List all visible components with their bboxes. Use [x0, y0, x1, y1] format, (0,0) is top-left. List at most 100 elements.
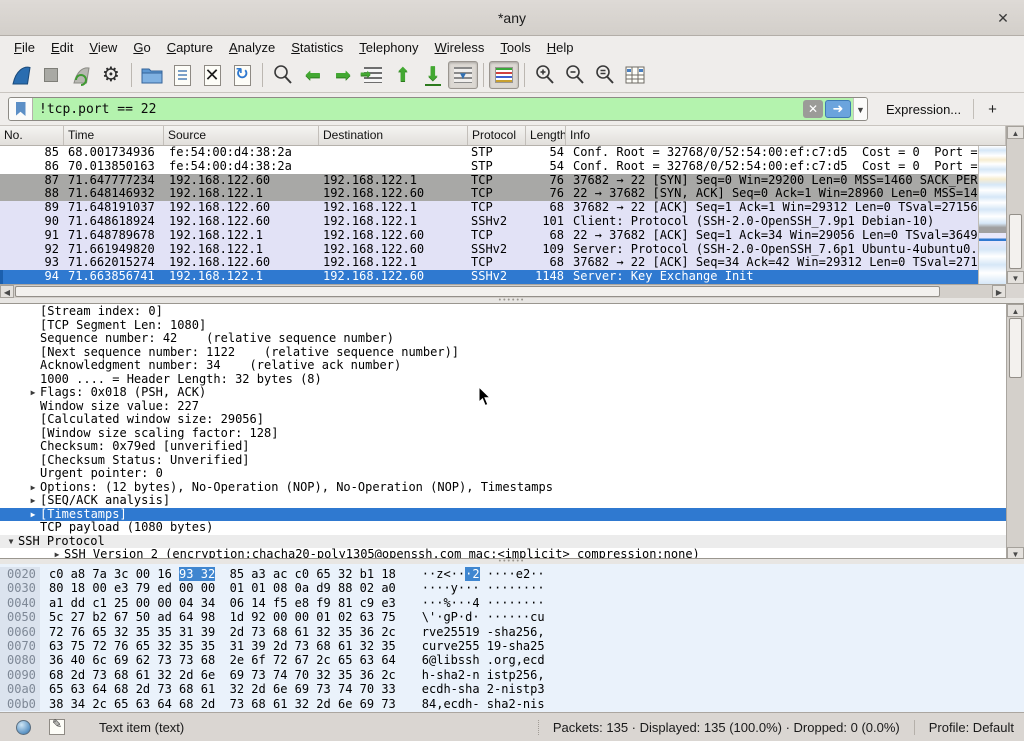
menu-help[interactable]: Help — [539, 38, 582, 57]
scroll-up-button[interactable]: ▲ — [1007, 126, 1024, 139]
open-file-button[interactable] — [137, 61, 167, 89]
hex-row[interactable]: 00b038 34 2c 65 63 64 68 2d 73 68 61 32 … — [0, 697, 1024, 711]
detail-line[interactable]: Acknowledgment number: 34 (relative ack … — [0, 359, 1006, 373]
detail-line[interactable]: 1000 .... = Header Length: 32 bytes (8) — [0, 373, 1006, 387]
expand-arrow-icon[interactable]: ▶ — [26, 481, 40, 495]
menu-statistics[interactable]: Statistics — [283, 38, 351, 57]
capture-comment-icon[interactable] — [49, 719, 65, 735]
go-to-packet-button[interactable]: ➡ — [358, 61, 388, 89]
menu-file[interactable]: File — [6, 38, 43, 57]
start-capture-button[interactable] — [6, 61, 36, 89]
resize-columns-button[interactable] — [620, 61, 650, 89]
detail-line[interactable]: [Stream index: 0] — [0, 305, 1006, 319]
packet-row-88[interactable]: 8871.648146932192.168.122.1192.168.122.6… — [0, 187, 978, 201]
menu-view[interactable]: View — [81, 38, 125, 57]
detail-line[interactable]: Urgent pointer: 0 — [0, 467, 1006, 481]
detail-line-timestamps-selected[interactable]: ▶[Timestamps] — [0, 508, 1006, 522]
expression-button[interactable]: Expression... — [878, 99, 969, 120]
column-header-destination[interactable]: Destination — [319, 126, 468, 145]
menu-analyze[interactable]: Analyze — [221, 38, 283, 57]
intelligent-scrollbar-minimap[interactable] — [978, 146, 1006, 284]
close-window-button[interactable]: ✕ — [994, 9, 1012, 27]
colorize-toggle[interactable] — [489, 61, 519, 89]
filter-history-dropdown[interactable]: ▼ — [853, 98, 867, 120]
detail-line-ssh-protocol[interactable]: ▼SSH Protocol — [0, 535, 1006, 549]
menu-telephony[interactable]: Telephony — [351, 38, 426, 57]
detail-line[interactable]: [Window size scaling factor: 128] — [0, 427, 1006, 441]
restart-capture-button[interactable] — [66, 61, 96, 89]
packet-row-91[interactable]: 9171.648789678192.168.122.1192.168.122.6… — [0, 229, 978, 243]
packet-row-93[interactable]: 9371.662015274192.168.122.60192.168.122.… — [0, 256, 978, 270]
hex-row[interactable]: 00505c 27 b2 67 50 ad 64 98 1d 92 00 00 … — [0, 610, 1024, 624]
display-filter-input[interactable] — [33, 102, 803, 117]
packet-row-85[interactable]: 8568.001734936fe:54:00:d4:38:2aSTP54Conf… — [0, 146, 978, 160]
zoom-out-button[interactable] — [560, 61, 590, 89]
hex-row[interactable]: 003080 18 00 e3 79 ed 00 00 01 01 08 0a … — [0, 581, 1024, 595]
detail-line[interactable]: [Calculated window size: 29056] — [0, 413, 1006, 427]
column-header-info[interactable]: Info — [566, 126, 1006, 145]
detail-line[interactable]: [Checksum Status: Unverified] — [0, 454, 1006, 468]
expand-arrow-icon[interactable]: ▶ — [26, 494, 40, 508]
scroll-left-button[interactable]: ◀ — [0, 285, 14, 298]
scroll-down-button[interactable]: ▼ — [1007, 547, 1024, 559]
menu-tools[interactable]: Tools — [492, 38, 538, 57]
detail-line-seq-ack[interactable]: ▶[SEQ/ACK analysis] — [0, 494, 1006, 508]
zoom-in-button[interactable] — [530, 61, 560, 89]
detail-line-flags[interactable]: ▶Flags: 0x018 (PSH, ACK) — [0, 386, 1006, 400]
details-vertical-scrollbar[interactable]: ▲ ▼ — [1006, 304, 1024, 559]
menu-wireless[interactable]: Wireless — [427, 38, 493, 57]
add-filter-button[interactable]: + — [978, 99, 1007, 120]
expand-arrow-icon[interactable]: ▶ — [50, 548, 64, 559]
detail-line[interactable]: [Next sequence number: 1122 (relative se… — [0, 346, 1006, 360]
go-forward-button[interactable]: ➡ — [328, 61, 358, 89]
hex-row[interactable]: 009068 2d 73 68 61 32 2d 6e 69 73 74 70 … — [0, 668, 1024, 682]
packet-row-87[interactable]: 8771.647777234192.168.122.60192.168.122.… — [0, 174, 978, 188]
packet-row-89[interactable]: 8971.648191037192.168.122.60192.168.122.… — [0, 201, 978, 215]
detail-line[interactable]: TCP payload (1080 bytes) — [0, 521, 1006, 535]
menu-go[interactable]: Go — [125, 38, 158, 57]
hex-row[interactable]: 0020 c0 a8 7a 3c 00 16 93 32 85 a3 ac c0… — [0, 567, 1024, 581]
go-first-packet-button[interactable]: ⬆ — [388, 61, 418, 89]
scroll-down-button[interactable]: ▼ — [1007, 271, 1024, 284]
column-header-time[interactable]: Time — [64, 126, 164, 145]
auto-scroll-toggle[interactable]: ▼ — [448, 61, 478, 89]
filter-bookmark-button[interactable] — [9, 98, 33, 120]
clear-filter-button[interactable]: ✕ — [803, 100, 823, 118]
packet-row-86[interactable]: 8670.013850163fe:54:00:d4:38:2aSTP54Conf… — [0, 160, 978, 174]
column-header-length[interactable]: Length — [526, 126, 566, 145]
column-header-no[interactable]: No. — [0, 126, 64, 145]
capture-options-button[interactable]: ⚙ — [96, 61, 126, 89]
apply-filter-button[interactable]: ➜ — [825, 100, 851, 118]
stop-capture-button[interactable] — [36, 61, 66, 89]
scrollbar-thumb[interactable] — [1009, 318, 1022, 378]
menu-capture[interactable]: Capture — [159, 38, 221, 57]
detail-line[interactable]: Checksum: 0x79ed [unverified] — [0, 440, 1006, 454]
detail-line-options[interactable]: ▶Options: (12 bytes), No-Operation (NOP)… — [0, 481, 1006, 495]
detail-line[interactable]: Window size value: 227 — [0, 400, 1006, 414]
expert-info-icon[interactable] — [16, 720, 31, 735]
packet-row-92[interactable]: 9271.661949820192.168.122.1192.168.122.6… — [0, 243, 978, 257]
hex-row[interactable]: 008036 40 6c 69 62 73 73 68 2e 6f 72 67 … — [0, 653, 1024, 667]
go-last-packet-button[interactable]: ⬇ — [418, 61, 448, 89]
expand-arrow-icon[interactable]: ▶ — [26, 508, 40, 522]
packet-row-94-selected[interactable]: 9471.663856741192.168.122.1192.168.122.6… — [0, 270, 978, 284]
scroll-right-button[interactable]: ▶ — [992, 285, 1006, 298]
detail-line[interactable]: [TCP Segment Len: 1080] — [0, 319, 1006, 333]
close-file-button[interactable]: ✕ — [197, 61, 227, 89]
save-file-button[interactable] — [167, 61, 197, 89]
packet-list-horizontal-scrollbar[interactable]: ◀ ▶ — [0, 284, 1006, 298]
hex-row[interactable]: 007063 75 72 76 65 32 35 35 31 39 2d 73 … — [0, 639, 1024, 653]
scrollbar-thumb[interactable] — [15, 286, 940, 297]
packet-list-vertical-scrollbar[interactable]: ▲ ▼ — [1006, 126, 1024, 284]
menu-edit[interactable]: Edit — [43, 38, 81, 57]
detail-line[interactable]: Sequence number: 42 (relative sequence n… — [0, 332, 1006, 346]
scroll-up-button[interactable]: ▲ — [1007, 304, 1024, 317]
reload-file-button[interactable]: ↻ — [227, 61, 257, 89]
find-packet-button[interactable] — [268, 61, 298, 89]
column-header-source[interactable]: Source — [164, 126, 319, 145]
hex-row[interactable]: 0040a1 dd c1 25 00 00 04 34 06 14 f5 e8 … — [0, 596, 1024, 610]
scrollbar-thumb[interactable] — [1009, 214, 1022, 269]
expand-arrow-icon[interactable]: ▶ — [26, 386, 40, 400]
packet-row-90[interactable]: 9071.648618924192.168.122.60192.168.122.… — [0, 215, 978, 229]
go-back-button[interactable]: ⬅ — [298, 61, 328, 89]
